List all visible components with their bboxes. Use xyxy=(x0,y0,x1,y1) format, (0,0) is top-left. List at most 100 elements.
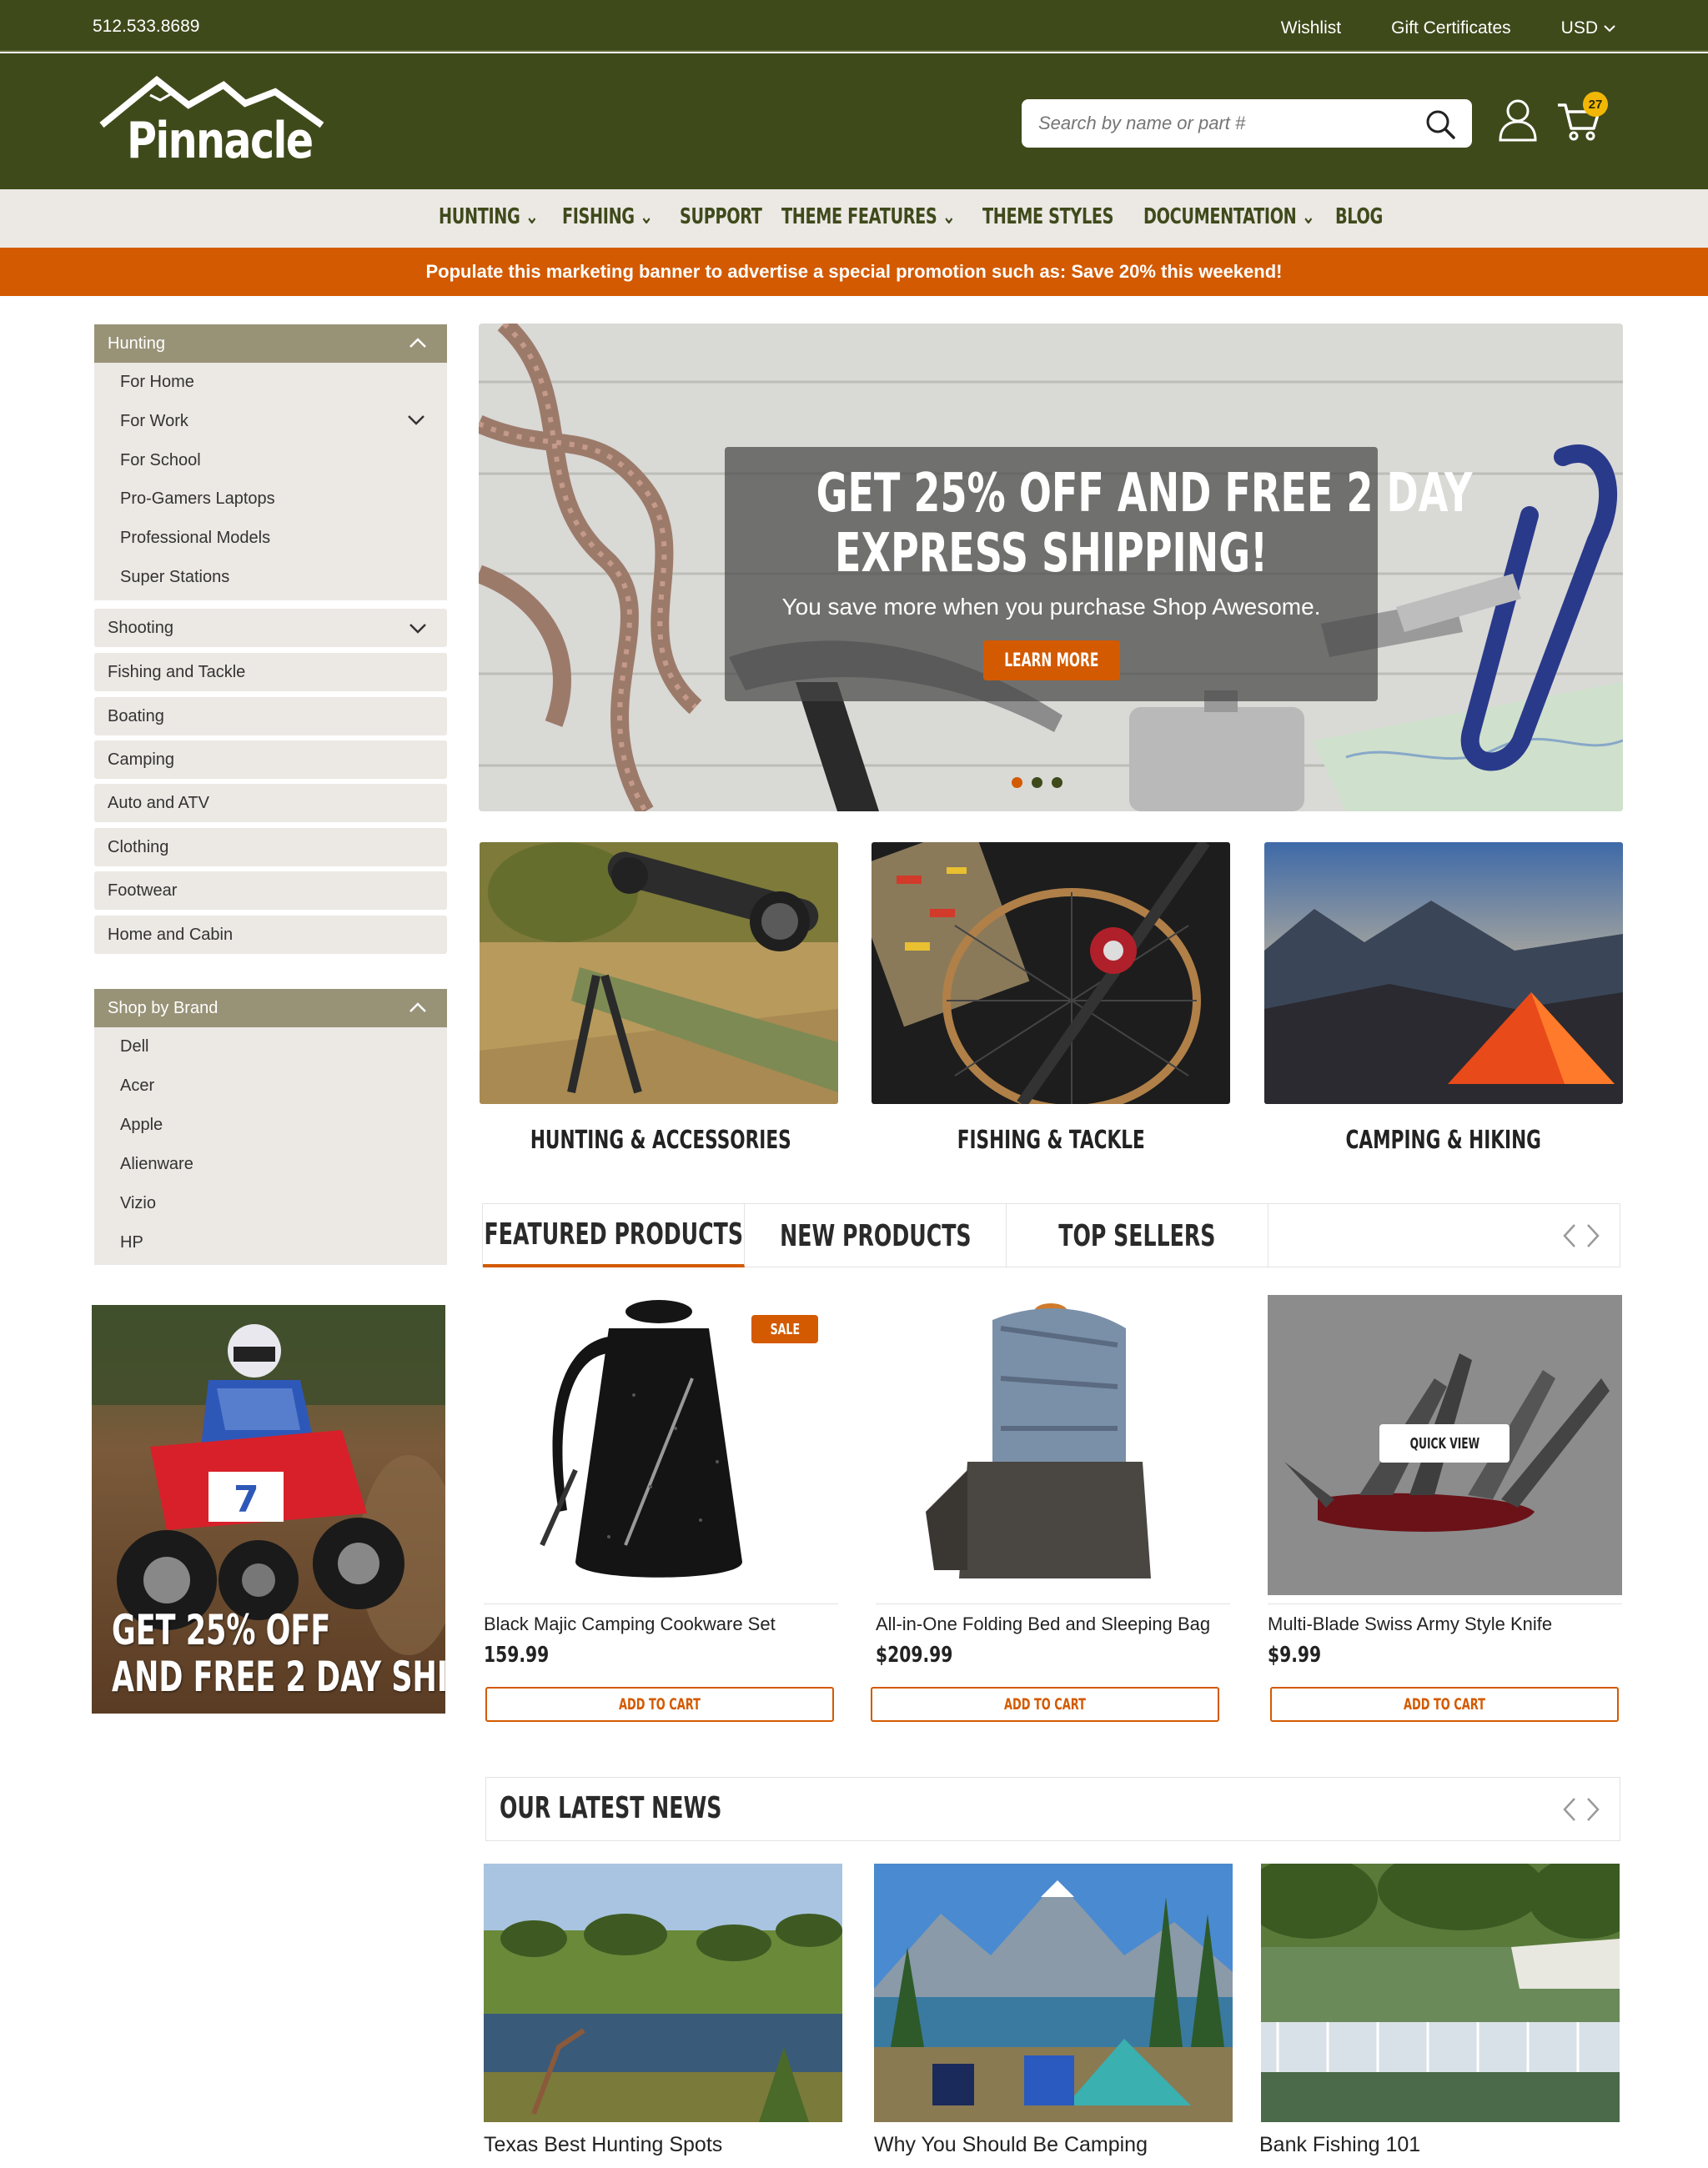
product-name[interactable]: Multi-Blade Swiss Army Style Knife xyxy=(1268,1613,1552,1635)
brand-item-alienware[interactable]: Alienware xyxy=(120,1155,193,1174)
wishlist-link[interactable]: Wishlist xyxy=(1281,18,1341,38)
carousel-dot-1[interactable] xyxy=(1012,777,1022,788)
tab-top-sellers[interactable]: TOP SELLERS xyxy=(1007,1204,1268,1267)
category-card-hunting[interactable] xyxy=(480,842,838,1104)
site-logo[interactable]: Pinnacle xyxy=(98,75,359,170)
latest-news-title: OUR LATEST NEWS xyxy=(500,1791,722,1825)
sidebar-item-camping[interactable]: Camping xyxy=(94,740,447,779)
news-image-fishing[interactable] xyxy=(1261,1864,1620,2122)
sidebar-item-boating[interactable]: Boating xyxy=(94,697,447,735)
backpack-image xyxy=(876,1295,1230,1595)
hero-headline: GET 25% OFF AND FREE 2 DAY EXPRESS SHIPP… xyxy=(816,463,1473,584)
chevron-left-icon[interactable] xyxy=(1562,1796,1577,1823)
brand-item-hp[interactable]: HP xyxy=(120,1233,143,1252)
currency-selector[interactable]: USD xyxy=(1561,18,1616,38)
sale-badge-label: SALE xyxy=(770,1320,800,1338)
sidebar-item-clothing[interactable]: Clothing xyxy=(94,828,447,866)
chevron-up-icon xyxy=(409,338,426,348)
sidebar-promo-line1: GET 25% OFF xyxy=(112,1606,331,1654)
sidebar-item-super-stations[interactable]: Super Stations xyxy=(120,568,229,587)
sidebar-item-shooting[interactable]: Shooting xyxy=(94,609,447,647)
gift-certificates-link[interactable]: Gift Certificates xyxy=(1391,18,1511,38)
category-label-hunting[interactable]: HUNTING & ACCESSORIES xyxy=(480,1126,838,1155)
product-name[interactable]: Black Majic Camping Cookware Set xyxy=(484,1613,776,1635)
carousel-dot-3[interactable] xyxy=(1052,777,1062,788)
nav-documentation[interactable]: DOCUMENTATION ⌄ xyxy=(1143,204,1315,229)
news-title[interactable]: Why You Should Be Camping xyxy=(874,2133,1148,2157)
search-input[interactable] xyxy=(1022,99,1389,148)
phone-number[interactable]: 512.533.8689 xyxy=(93,17,199,37)
news-title[interactable]: Texas Best Hunting Spots xyxy=(484,2133,722,2157)
camping-tent-image xyxy=(1264,842,1623,1104)
rifle-scope-image xyxy=(480,842,838,1104)
marketing-banner[interactable]: Populate this marketing banner to advert… xyxy=(0,248,1708,296)
sale-badge: SALE xyxy=(751,1315,818,1343)
product-price: 159.99 xyxy=(484,1643,550,1668)
product-name[interactable]: All-in-One Folding Bed and Sleeping Bag xyxy=(876,1613,1210,1635)
chevron-left-icon[interactable] xyxy=(1562,1222,1577,1249)
add-to-cart-button[interactable]: ADD TO CART xyxy=(871,1687,1219,1722)
fishing-tackle-image xyxy=(872,842,1230,1104)
chevron-up-icon xyxy=(409,1002,426,1012)
category-label-fishing[interactable]: FISHING & TACKLE xyxy=(872,1126,1230,1155)
search-icon[interactable] xyxy=(1424,108,1457,141)
svg-text:7: 7 xyxy=(234,1478,259,1521)
tab-carousel-arrows xyxy=(1562,1222,1600,1249)
hero-headline-line1: GET 25% OFF AND FREE 2 DAY xyxy=(816,463,1473,524)
product-price: $209.99 xyxy=(876,1643,953,1668)
brand-item-dell[interactable]: Dell xyxy=(120,1037,148,1056)
brand-item-apple[interactable]: Apple xyxy=(120,1116,163,1135)
utility-links: Wishlist Gift Certificates USD xyxy=(1281,18,1616,38)
sidebar-item-for-school[interactable]: For School xyxy=(120,451,201,470)
category-card-fishing[interactable] xyxy=(872,842,1230,1104)
sidebar-brand-panel xyxy=(94,1027,447,1265)
category-card-camping[interactable] xyxy=(1264,842,1623,1104)
currency-label: USD xyxy=(1560,18,1598,38)
news-image-texas[interactable] xyxy=(484,1864,842,2122)
sidebar-item-home-and-cabin[interactable]: Home and Cabin xyxy=(94,916,447,954)
news-image-camping[interactable] xyxy=(874,1864,1233,2122)
news-carousel-arrows xyxy=(1562,1796,1600,1823)
nav-theme-features[interactable]: THEME FEATURES ⌄ xyxy=(781,204,956,229)
category-label-camping[interactable]: CAMPING & HIKING xyxy=(1264,1126,1623,1155)
quick-view-button[interactable]: QUICK VIEW xyxy=(1379,1424,1510,1463)
brand-item-acer[interactable]: Acer xyxy=(120,1076,154,1096)
sidebar-item-auto-and-atv[interactable]: Auto and ATV xyxy=(94,784,447,822)
sidebar-item-fishing-and-tackle[interactable]: Fishing and Tackle xyxy=(94,653,447,691)
account-icon[interactable] xyxy=(1497,97,1539,143)
nav-hunting[interactable]: HUNTING ⌄ xyxy=(439,204,539,229)
nav-blog[interactable]: BLOG xyxy=(1335,204,1383,229)
nav-fishing-label: FISHING xyxy=(562,204,635,229)
news-title[interactable]: Bank Fishing 101 xyxy=(1259,2133,1420,2157)
sidebar-item-for-work[interactable]: For Work xyxy=(120,412,188,431)
sidebar-promo-banner[interactable]: 7 GET 25% OFF AND FREE 2 DAY SHIP xyxy=(92,1305,445,1714)
product-image-sleeping-bag[interactable] xyxy=(876,1295,1230,1595)
sidebar-item-footwear[interactable]: Footwear xyxy=(94,871,447,910)
sidebar-brand-header[interactable]: Shop by Brand xyxy=(94,989,447,1027)
nav-support[interactable]: SUPPORT xyxy=(680,204,762,229)
chevron-right-icon[interactable] xyxy=(1585,1796,1600,1823)
tab-featured-products[interactable]: FEATURED PRODUCTS xyxy=(483,1204,745,1267)
top-utility-bar: 512.533.8689 Wishlist Gift Certificates … xyxy=(0,0,1708,52)
sidebar-item-pro-gamers-laptops[interactable]: Pro-Gamers Laptops xyxy=(120,489,275,509)
carousel-dot-2[interactable] xyxy=(1032,777,1042,788)
nav-theme-styles[interactable]: THEME STYLES xyxy=(982,204,1113,229)
nav-fishing[interactable]: FISHING ⌄ xyxy=(562,204,653,229)
product-divider xyxy=(484,1603,838,1604)
chevron-down-icon xyxy=(1604,25,1615,33)
sidebar-hunting-header[interactable]: Hunting xyxy=(94,324,447,363)
tab-new-label: NEW PRODUCTS xyxy=(779,1218,972,1253)
brand-item-vizio[interactable]: Vizio xyxy=(120,1194,156,1213)
chevron-right-icon[interactable] xyxy=(1585,1222,1600,1249)
cart-count-badge: 27 xyxy=(1583,92,1608,117)
chevron-down-icon[interactable] xyxy=(407,414,425,427)
add-to-cart-button[interactable]: ADD TO CART xyxy=(1270,1687,1619,1722)
sidebar-item-professional-models[interactable]: Professional Models xyxy=(120,529,270,548)
main-navigation: HUNTING ⌄ FISHING ⌄ SUPPORT THEME FEATUR… xyxy=(0,189,1708,248)
sidebar-item-for-home[interactable]: For Home xyxy=(120,373,194,392)
sidebar-promo-text: GET 25% OFF AND FREE 2 DAY SHIP xyxy=(112,1607,445,1700)
learn-more-button[interactable]: LEARN MORE xyxy=(983,640,1120,680)
add-to-cart-button[interactable]: ADD TO CART xyxy=(485,1687,834,1722)
sidebar-item-label: Shooting xyxy=(108,618,173,637)
tab-new-products[interactable]: NEW PRODUCTS xyxy=(745,1204,1007,1267)
